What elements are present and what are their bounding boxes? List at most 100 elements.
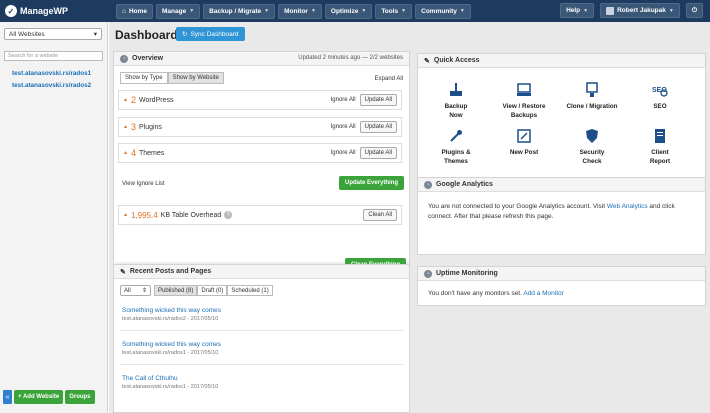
quick-access-panel: ✎ Quick Access Backup Now View / Restore…: [417, 53, 706, 191]
qa-seo[interactable]: SEO SEO: [630, 82, 690, 111]
qa-view-restore-backups[interactable]: View / Restore Backups: [494, 82, 554, 120]
update-all-button[interactable]: Update All: [359, 147, 397, 159]
backup-icon: [448, 82, 464, 98]
post-title-link[interactable]: The Call of Cthulhu: [122, 375, 218, 382]
website-list: test.atanasovski.rs/rados1 test.atanasov…: [12, 68, 91, 92]
uptime-monitoring-header: ◔ Uptime Monitoring: [418, 267, 705, 281]
post-item: The Call of Cthulhu test.atanasovski.rs/…: [122, 375, 218, 390]
post-title-link[interactable]: Something wicked this way comes: [122, 341, 221, 348]
view-ignore-list-link[interactable]: View Ignore List: [122, 181, 165, 187]
nav-monitor[interactable]: Monitor ▼: [278, 3, 322, 19]
qa-client-report[interactable]: Client Report: [630, 128, 690, 166]
nav-home-label: Home: [128, 7, 147, 15]
logout-button[interactable]: ⏻: [685, 3, 703, 18]
avatar: [606, 6, 615, 15]
post-filter-select[interactable]: All ⇕: [120, 285, 151, 296]
ignore-all-link[interactable]: Ignore All: [331, 97, 356, 103]
kb-overhead-label: KB Table Overhead: [160, 211, 222, 219]
qa-plugins-themes[interactable]: Plugins & Themes: [426, 128, 486, 166]
update-count: 4: [130, 148, 136, 158]
tab-published[interactable]: Published (8): [154, 285, 198, 296]
nav-backup-migrate[interactable]: Backup / Migrate ▼: [203, 3, 276, 19]
website-item[interactable]: test.atanasovski.rs/rados1: [12, 68, 91, 80]
uptime-monitoring-title: Uptime Monitoring: [436, 270, 498, 277]
qa-label: Client: [651, 149, 669, 156]
chevron-down-icon: ▼: [668, 7, 674, 14]
qa-backup-now[interactable]: Backup Now: [426, 82, 486, 120]
sync-label: Sync Dashboard: [190, 30, 239, 38]
help-icon[interactable]: ?: [224, 211, 233, 219]
uptime-text: You don't have any monitors set.: [428, 290, 524, 297]
web-analytics-link[interactable]: Web Analytics: [607, 203, 648, 210]
add-website-button[interactable]: + Add Website: [14, 390, 64, 404]
nav-home[interactable]: ⌂ Home: [116, 3, 153, 19]
google-analytics-header: ◔ Google Analytics: [418, 178, 705, 192]
nav-community-label: Community: [421, 7, 457, 15]
qa-label: Plugins &: [441, 149, 471, 156]
nav-tools[interactable]: Tools ▼: [375, 3, 413, 19]
expand-all-link[interactable]: Expand All: [375, 76, 403, 82]
update-everything-button[interactable]: Update Everything: [339, 176, 405, 190]
sidebar: All Websites ▾ Search for a website test…: [0, 22, 108, 413]
seo-icon: SEO: [652, 82, 668, 98]
update-row-plugins[interactable]: ▲ 3 Plugins Ignore All Update All: [118, 117, 402, 137]
qa-security-check[interactable]: Security Check: [562, 128, 622, 166]
nav-community[interactable]: Community ▼: [415, 3, 471, 19]
update-all-button[interactable]: Update All: [359, 121, 397, 133]
tab-scheduled[interactable]: Scheduled (1): [227, 285, 273, 296]
managewp-logo[interactable]: ✓ ManageWP: [0, 5, 116, 17]
qa-label: New Post: [509, 149, 539, 156]
nav-manage[interactable]: Manage ▼: [156, 3, 201, 19]
clock-icon: ◔: [424, 180, 432, 189]
post-meta: test.atanasovski.rs/rados1 - 2017/05/10: [122, 350, 219, 356]
post-title-link[interactable]: Something wicked this way comes: [122, 307, 221, 314]
collapse-sidebar-button[interactable]: «: [3, 390, 12, 404]
page-title: Dashboard: [115, 28, 178, 42]
update-all-button[interactable]: Update All: [359, 94, 397, 106]
ignore-all-link[interactable]: Ignore All: [331, 124, 356, 130]
add-monitor-link[interactable]: Add a Monitor: [523, 290, 563, 297]
managewp-logo-icon: ✓: [5, 5, 17, 17]
uptime-message: You don't have any monitors set. Add a M…: [428, 289, 693, 299]
qa-new-post[interactable]: New Post: [494, 128, 554, 157]
chevron-down-icon: ▼: [189, 8, 195, 14]
new-post-icon: [516, 128, 532, 144]
update-row-themes[interactable]: ▲ 4 Themes Ignore All Update All: [118, 143, 402, 163]
divider: [120, 364, 404, 365]
post-item: Something wicked this way comes test.ata…: [122, 341, 221, 356]
qa-label: Report: [649, 158, 671, 165]
qa-label: Check: [582, 158, 602, 165]
expand-caret-icon: ▲: [123, 150, 128, 156]
user-name: Robert Jakupak: [617, 7, 666, 14]
clone-icon: [584, 82, 600, 98]
chevron-down-icon: ▼: [264, 8, 270, 14]
qa-clone-migration[interactable]: Clone / Migration: [562, 82, 622, 111]
kb-table-overhead-row[interactable]: ▲ 1,995.4 KB Table Overhead ? Clean All: [118, 205, 402, 225]
pencil-icon: ✎: [424, 57, 430, 65]
tab-show-by-website[interactable]: Show by Website: [167, 72, 224, 84]
divider: [120, 330, 404, 331]
groups-button[interactable]: Groups: [65, 390, 95, 404]
website-item[interactable]: test.atanasovski.rs/rados2: [12, 80, 91, 92]
tab-draft[interactable]: Draft (0): [197, 285, 228, 296]
recent-posts-panel: ✎ Recent Posts and Pages All ⇕ Published…: [113, 264, 410, 413]
website-filter-value: All Websites: [9, 30, 45, 38]
uptime-monitoring-panel: ◔ Uptime Monitoring You don't have any m…: [417, 266, 706, 306]
update-label: WordPress: [138, 96, 174, 104]
website-filter-select[interactable]: All Websites ▾: [4, 28, 102, 40]
clean-all-button[interactable]: Clean All: [363, 209, 397, 221]
nav-optimize[interactable]: Optimize ▼: [324, 3, 373, 19]
tab-show-by-type[interactable]: Show by Type: [120, 72, 168, 84]
overview-updated-text: Updated 2 minutes ago — 2/2 websites: [298, 55, 403, 61]
update-row-wordpress[interactable]: ▲ 2 WordPress Ignore All Update All: [118, 90, 402, 110]
nav-help[interactable]: Help ▼: [560, 3, 595, 18]
ignore-all-link[interactable]: Ignore All: [331, 150, 356, 156]
user-menu[interactable]: Robert Jakupak ▼: [600, 3, 680, 18]
refresh-icon: ↻: [182, 31, 188, 38]
sync-dashboard-button[interactable]: ↻ Sync Dashboard: [176, 27, 245, 41]
website-search-input[interactable]: Search for a website: [4, 51, 103, 61]
recent-posts-title: Recent Posts and Pages: [129, 268, 212, 275]
clock-icon: ◔: [120, 54, 128, 63]
expand-caret-icon: ▲: [123, 124, 128, 130]
qa-label: Security: [579, 149, 605, 156]
